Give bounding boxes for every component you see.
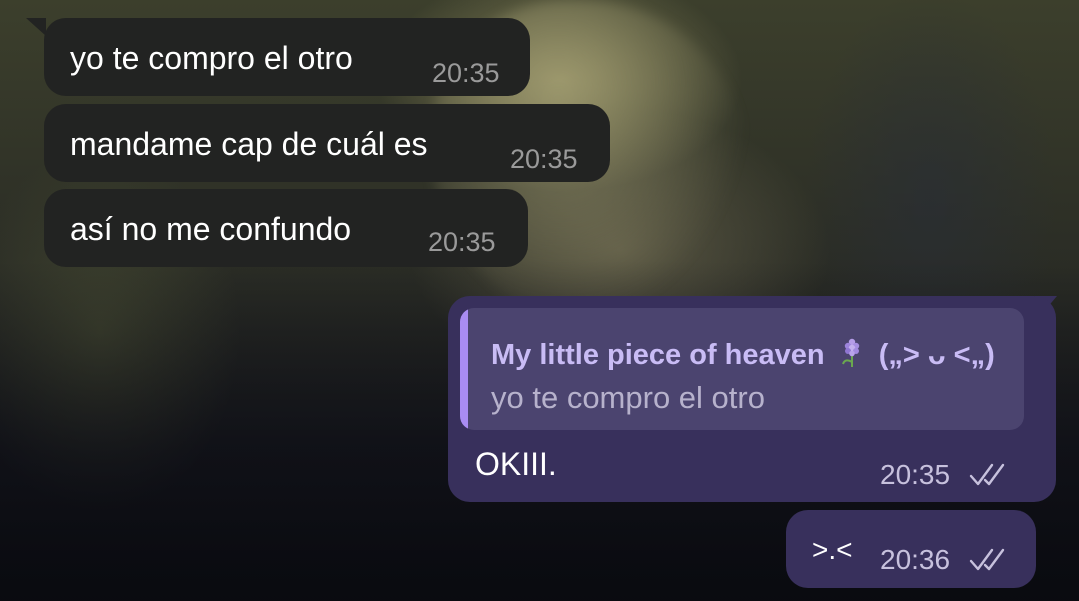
message-incoming[interactable]: yo te compro el otro 20:35 [44, 18, 530, 96]
message-text: así no me confundo [70, 211, 352, 247]
message-incoming[interactable]: así no me confundo 20:35 [44, 189, 528, 267]
reply-accent-bar [460, 308, 468, 430]
reply-author-kaomoji: („> ᴗ <„) [878, 339, 995, 371]
hyacinth-emoji-icon [839, 338, 865, 368]
message-time: 20:35 [880, 459, 951, 490]
double-check-read-icon [968, 545, 1010, 573]
message-outgoing[interactable]: My little piece of heaven („> ᴗ <„) yo t… [448, 296, 1056, 502]
message-text: mandame cap de cuál es [70, 126, 428, 162]
message-text: OKIII. [475, 446, 557, 482]
reply-quote[interactable]: My little piece of heaven („> ᴗ <„) yo t… [460, 308, 1024, 430]
message-time: 20:35 [428, 227, 496, 257]
double-check-read-icon [968, 460, 1010, 488]
incoming-bubble-tail [26, 18, 46, 36]
message-text: >.< [812, 534, 853, 565]
message-text: yo te compro el otro [70, 40, 353, 76]
message-time: 20:35 [510, 144, 578, 174]
message-outgoing[interactable]: >.< 20:36 [786, 510, 1036, 588]
message-incoming[interactable]: mandame cap de cuál es 20:35 [44, 104, 610, 182]
reply-author: My little piece of heaven („> ᴗ <„) [491, 338, 995, 372]
reply-text: yo te compro el otro [491, 380, 765, 415]
message-time: 20:36 [880, 544, 951, 575]
message-time: 20:35 [432, 58, 500, 88]
chat-view: yo te compro el otro 20:35 mandame cap d… [0, 0, 1079, 601]
reply-author-name: My little piece of heaven [491, 339, 825, 371]
